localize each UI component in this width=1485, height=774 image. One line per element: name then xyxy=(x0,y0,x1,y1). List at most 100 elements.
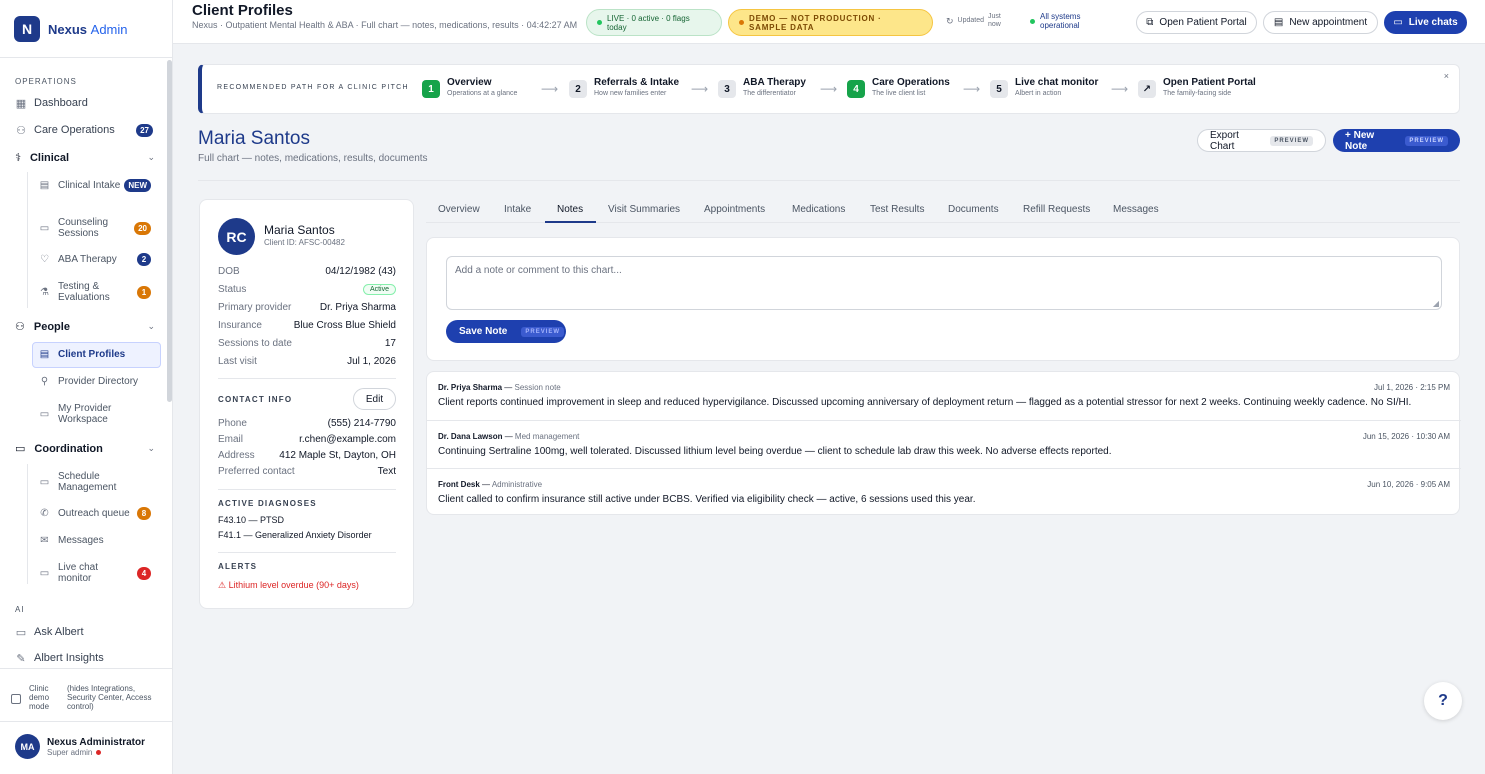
sidebar-group-coordination[interactable]: ▭ Coordination ⌄ xyxy=(15,442,155,456)
external-link-icon: ⧉ xyxy=(1146,17,1154,28)
sidebar-item-care-operations[interactable]: ⚇ Care Operations 27 xyxy=(15,123,155,137)
clinic-demo-mode[interactable]: Clinic demo mode (hides Integrations, Se… xyxy=(11,684,165,711)
note-author: Dr. Dana Lawson xyxy=(438,432,503,441)
tab-messages[interactable]: Messages xyxy=(1113,204,1159,215)
chat-icon: ▭ xyxy=(39,567,50,579)
sidebar-item-testing-evaluations[interactable]: ⚗ Testing & Evaluations 1 xyxy=(39,281,157,303)
list-item[interactable]: Dr. Dana Lawson — Med management Jun 15,… xyxy=(427,420,1461,468)
brand-logo[interactable]: N Nexus Admin xyxy=(14,16,128,42)
field-email: Email r.chen@example.com xyxy=(218,434,396,445)
tab-visit-summaries[interactable]: Visit Summaries xyxy=(608,204,680,215)
path-step-open-patient-portal[interactable]: ↗ Open Patient Portal The family-facing s… xyxy=(1138,77,1256,98)
chevron-down-icon: ⌄ xyxy=(147,152,155,162)
sidebar-item-client-profiles[interactable]: ▤ Client Profiles xyxy=(39,349,157,360)
tab-overview[interactable]: Overview xyxy=(438,204,480,215)
sidebar-item-schedule-management[interactable]: ▭ Schedule Management xyxy=(39,471,157,493)
export-chart-button[interactable]: Export Chart PREVIEW xyxy=(1197,129,1326,152)
chat-icon: ▭ xyxy=(15,443,26,455)
sidebar-item-dashboard[interactable]: ▦ Dashboard xyxy=(15,97,88,110)
preview-tag: PREVIEW xyxy=(1270,135,1313,146)
sidebar-item-provider-workspace[interactable]: ▭ My Provider Workspace xyxy=(39,403,157,425)
nexus-logo-icon: N xyxy=(14,16,40,42)
recommended-path-banner: RECOMMENDED PATH FOR A CLINIC PITCH 1 Ov… xyxy=(198,64,1460,114)
patient-name-heading: Maria Santos xyxy=(198,128,310,149)
tab-medications[interactable]: Medications xyxy=(792,204,845,215)
brand-name: Nexus xyxy=(48,21,88,37)
calendar-icon: ▭ xyxy=(39,222,50,234)
counseling-sessions-badge: 20 xyxy=(134,221,151,235)
diagnosis-item: F41.1 — Generalized Anxiety Disorder xyxy=(218,530,372,540)
live-chats-button[interactable]: ▭ Live chats xyxy=(1384,11,1467,34)
users-icon: ⚇ xyxy=(16,124,26,137)
new-note-button[interactable]: + New Note PREVIEW xyxy=(1333,129,1460,152)
list-item[interactable]: Front Desk — Administrative Jun 10, 2026… xyxy=(427,468,1461,516)
sidebar-item-outreach-queue[interactable]: ✆ Outreach queue 8 xyxy=(39,507,157,520)
sidebar-item-aba-therapy[interactable]: ♡ ABA Therapy 2 xyxy=(39,253,157,266)
sidebar-group-people[interactable]: ⚇ People ⌄ xyxy=(15,320,155,334)
monitor-icon: ▭ xyxy=(39,408,50,420)
new-appointment-button[interactable]: ▤ New appointment xyxy=(1263,11,1378,34)
note-body: Client reports continued improvement in … xyxy=(438,397,1412,408)
active-diagnoses-label: ACTIVE DIAGNOSES xyxy=(218,499,317,508)
tab-intake[interactable]: Intake xyxy=(504,204,531,215)
breadcrumb: Nexus · Outpatient Mental Health & ABA ·… xyxy=(192,20,578,30)
clinical-intake-badge: NEW xyxy=(124,179,151,192)
updated-indicator: ↻ Updated Just now xyxy=(946,13,1001,28)
save-note-button[interactable]: Save Note PREVIEW xyxy=(446,320,566,343)
sidebar-item-counseling-sessions[interactable]: ▭ Counseling Sessions 20 xyxy=(39,217,157,239)
help-button[interactable]: ? xyxy=(1424,682,1462,720)
tab-documents[interactable]: Documents xyxy=(948,204,999,215)
demo-mode-checkbox[interactable] xyxy=(11,694,21,704)
path-step-referrals-intake[interactable]: 2 Referrals & Intake How new families ent… xyxy=(569,77,679,98)
sidebar-scrollbar[interactable] xyxy=(167,60,172,402)
resize-handle-icon[interactable]: ◢ xyxy=(1433,299,1439,308)
path-step-overview[interactable]: 1 Overview Operations at a glance xyxy=(422,77,517,98)
phone-icon: ✆ xyxy=(40,508,49,519)
client-id: Client ID: AFSC-00482 xyxy=(264,238,345,247)
edit-contact-button[interactable]: Edit xyxy=(353,388,396,410)
preview-tag: PREVIEW xyxy=(521,326,565,337)
note-author: Front Desk xyxy=(438,480,480,489)
tab-appointments[interactable]: Appointments xyxy=(704,204,765,215)
note-type: Session note xyxy=(514,383,561,392)
sidebar-item-provider-directory[interactable]: ⚲ Provider Directory xyxy=(39,376,157,387)
demo-warning-pill: DEMO — NOT PRODUCTION · SAMPLE DATA xyxy=(728,9,933,36)
sidebar-group-clinical[interactable]: ⚕ Clinical ⌄ xyxy=(15,151,155,165)
topbar: Client Profiles Nexus · Outpatient Menta… xyxy=(173,0,1485,44)
path-step-aba-therapy[interactable]: 3 ABA Therapy The differentiator xyxy=(718,77,806,98)
sidebar-item-clinical-intake[interactable]: ▤ Clinical Intake NEW xyxy=(39,179,157,192)
tab-notes[interactable]: Notes xyxy=(557,204,583,215)
note-author: Dr. Priya Sharma xyxy=(438,383,503,392)
arrow-right-icon: ⟶ xyxy=(691,82,709,96)
sidebar-item-ask-albert[interactable]: ▭ Ask Albert xyxy=(15,626,84,639)
chat-icon: ▭ xyxy=(15,626,27,639)
contact-info-label: CONTACT INFO xyxy=(218,395,293,404)
chevron-down-icon: ⌄ xyxy=(147,443,155,453)
path-step-care-operations[interactable]: 4 Care Operations The live client list xyxy=(847,77,950,98)
section-ai: AI xyxy=(15,605,25,614)
status-badge: Active xyxy=(362,284,396,295)
sidebar-item-live-chat-monitor[interactable]: ▭ Live chat monitor 4 xyxy=(39,562,157,584)
arrow-right-icon: ⟶ xyxy=(820,82,838,96)
calendar-icon: ▤ xyxy=(1273,17,1284,28)
external-link-icon: ↗ xyxy=(1138,80,1156,98)
note-textarea[interactable]: Add a note or comment to this chart... ◢ xyxy=(446,256,1442,310)
open-patient-portal-button[interactable]: ⧉ Open Patient Portal xyxy=(1136,11,1257,34)
tab-refill-requests[interactable]: Refill Requests xyxy=(1023,204,1090,215)
tab-test-results[interactable]: Test Results xyxy=(870,204,924,215)
list-item[interactable]: Dr. Priya Sharma — Session note Jul 1, 2… xyxy=(427,372,1461,420)
field-status: Status Active xyxy=(218,284,396,295)
status-dot-icon xyxy=(96,749,102,755)
close-icon[interactable]: × xyxy=(1444,71,1449,81)
sidebar-item-messages[interactable]: ✉ Messages xyxy=(39,535,157,546)
section-operations: OPERATIONS xyxy=(15,77,77,86)
avatar: MA xyxy=(15,734,40,759)
sidebar-item-albert-insights[interactable]: ✎ Albert Insights xyxy=(15,652,103,665)
system-status: All systems operational xyxy=(1030,12,1100,30)
path-step-live-chat-monitor[interactable]: 5 Live chat monitor Albert in action xyxy=(990,77,1098,98)
sidebar: N Nexus Admin OPERATIONS ▦ Dashboard ⚇ Car… xyxy=(0,0,173,774)
arrow-right-icon: ⟶ xyxy=(963,82,981,96)
note-timestamp: Jun 10, 2026 · 9:05 AM xyxy=(1367,480,1450,489)
user-profile[interactable]: MA Nexus Administrator Super admin xyxy=(15,734,145,759)
field-sessions: Sessions to date 17 xyxy=(218,338,396,349)
